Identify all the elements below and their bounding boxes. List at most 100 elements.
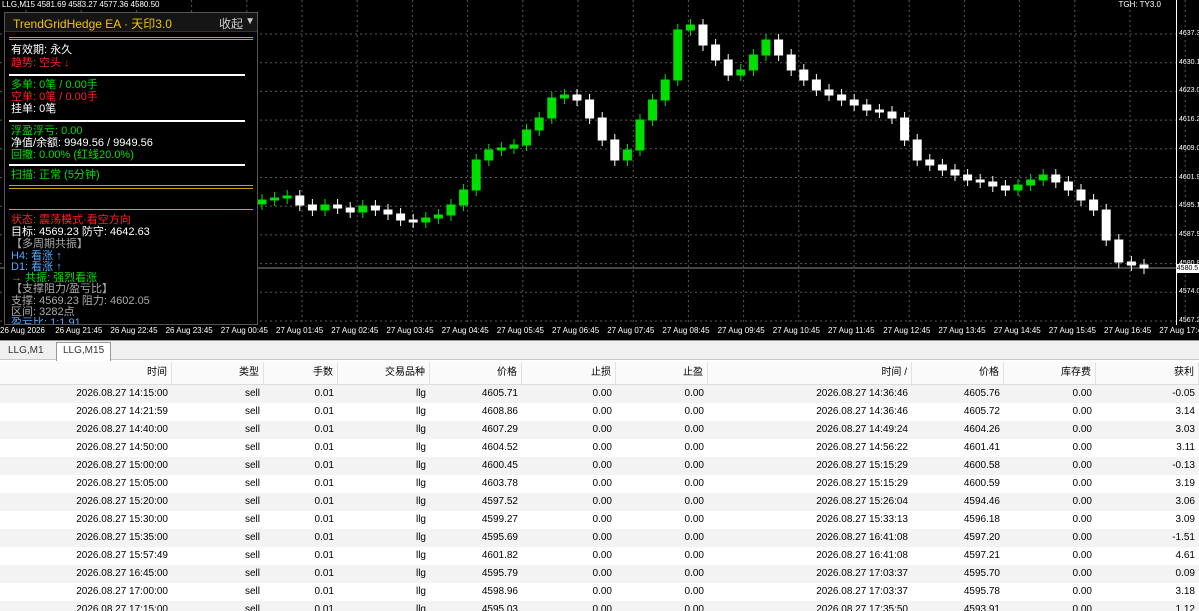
table-cell: 4599.27 <box>481 514 518 525</box>
expert-advisor-tag: TGH: TY3.0 <box>1118 0 1161 9</box>
price-tick-label: 4595.10 <box>1179 202 1199 210</box>
table-cell: 0.00 <box>1072 478 1092 489</box>
column-header[interactable]: 止损 <box>522 362 616 384</box>
table-row[interactable]: 2026.08.27 15:05:00 sell 0.01 llg 4603.78 0.0… <box>0 475 1199 493</box>
table-row[interactable]: 2026.08.27 14:15:00 sell 0.01 llg 4605.71 0.0… <box>0 385 1199 403</box>
column-header[interactable]: 价格 <box>430 362 522 384</box>
time-tick-label: 27 Aug 00:45 <box>220 326 268 335</box>
candle-body <box>484 149 494 161</box>
table-cell: 4600.59 <box>963 478 1000 489</box>
column-header[interactable]: 获利 <box>1096 362 1199 384</box>
column-header[interactable]: 价格 <box>912 362 1004 384</box>
table-cell: 4595.70 <box>963 568 1000 579</box>
candle-body <box>1026 179 1036 186</box>
table-cell: 0.09 <box>1175 568 1195 579</box>
price-tick-label: 4623.00 <box>1179 87 1199 95</box>
table-cell: 2026.08.27 17:03:37 <box>816 568 908 579</box>
column-header[interactable]: 交易品种 <box>338 362 430 384</box>
candle-body <box>282 195 292 199</box>
short-orders-text: 空单: 0笔 / 0.00手 <box>11 91 98 103</box>
tab-llg-m1[interactable]: LLG,M1 <box>2 343 50 359</box>
table-cell: 0.00 <box>684 568 704 579</box>
table-row[interactable]: 2026.08.27 17:00:00 sell 0.01 llg 4598.96 0.0… <box>0 583 1199 601</box>
candle-body <box>660 79 670 101</box>
table-row[interactable]: 2026.08.27 15:30:00 sell 0.01 llg 4599.27 0.0… <box>0 511 1199 529</box>
candle-body <box>559 94 569 99</box>
candle-body <box>912 139 922 161</box>
table-cell: sell <box>244 514 260 525</box>
candle-body <box>1063 181 1073 191</box>
candle-body <box>698 24 708 46</box>
table-cell: 3.06 <box>1175 496 1195 507</box>
table-row[interactable]: 2026.08.27 14:21:59 sell 0.01 llg 4608.86 0.0… <box>0 403 1199 421</box>
table-row[interactable]: 2026.08.27 16:45:00 sell 0.01 llg 4595.79 0.0… <box>0 565 1199 583</box>
price-tick-label: 4616.20 <box>1179 116 1199 124</box>
table-row[interactable]: 2026.08.27 17:15:00 sell 0.01 llg 4595.03 0.0… <box>0 601 1199 611</box>
tab-llg-m15[interactable]: LLG,M15 <box>56 342 112 361</box>
candle-body <box>547 97 557 119</box>
table-cell: sell <box>244 460 260 471</box>
table-row[interactable]: 2026.08.27 14:50:00 sell 0.01 llg 4604.52 0.0… <box>0 439 1199 457</box>
table-cell: 0.00 <box>592 406 612 417</box>
column-header[interactable]: 时间 <box>0 362 172 384</box>
column-header[interactable]: 库存费 <box>1004 362 1096 384</box>
candle-body <box>534 117 544 131</box>
table-cell: 3.19 <box>1175 478 1195 489</box>
column-header[interactable]: 时间 / <box>708 362 912 384</box>
validity-text: 有效期: 永久 <box>11 44 73 56</box>
table-cell: 0.01 <box>314 442 334 453</box>
table-cell: 2026.08.27 14:49:24 <box>816 424 908 435</box>
table-cell: 2026.08.27 15:35:00 <box>76 532 168 543</box>
ea-panel-header[interactable]: TrendGridHedge EA · 天印3.0 收起 ▼ <box>5 13 257 32</box>
table-cell: 2026.08.27 15:33:13 <box>816 514 908 525</box>
table-cell: 2026.08.27 15:15:29 <box>816 460 908 471</box>
price-axis[interactable] <box>1176 0 1199 325</box>
table-cell: 2026.08.27 14:36:46 <box>816 406 908 417</box>
collapse-arrow-icon[interactable]: ▼ <box>245 16 255 27</box>
table-cell: -0.05 <box>1172 388 1195 399</box>
candle-body <box>295 195 305 206</box>
table-row[interactable]: 2026.08.27 15:57:49 sell 0.01 llg 4601.82 0.0… <box>0 547 1199 565</box>
time-tick-label: 26 Aug 2026 <box>0 326 45 335</box>
table-cell: 0.00 <box>684 604 704 611</box>
table-row[interactable]: 2026.08.27 14:40:00 sell 0.01 llg 4607.29 0.0… <box>0 421 1199 439</box>
table-cell: 2026.08.27 15:30:00 <box>76 514 168 525</box>
table-cell: 0.00 <box>684 496 704 507</box>
candle-body <box>320 204 330 211</box>
table-cell: llg <box>415 406 426 417</box>
candle-body <box>862 104 872 111</box>
column-header[interactable]: 手数 <box>264 362 338 384</box>
price-chart[interactable]: LLG,M15 4581.69 4583.27 4577.36 4580.50 … <box>0 0 1199 340</box>
table-cell: llg <box>415 460 426 471</box>
table-cell: 0.01 <box>314 532 334 543</box>
column-header[interactable]: 类型 <box>172 362 264 384</box>
candle-body <box>937 164 947 171</box>
table-cell: 4603.78 <box>481 478 518 489</box>
drawdown-text: 回撤: 0.00% (红线20.0%) <box>11 149 134 161</box>
price-tick-label: 4567.20 <box>1179 317 1199 324</box>
table-cell: 2026.08.27 15:57:49 <box>76 550 168 561</box>
table-row[interactable]: 2026.08.27 15:00:00 sell 0.01 llg 4600.45 0.0… <box>0 457 1199 475</box>
column-header[interactable]: 止盈 <box>616 362 708 384</box>
table-cell: 0.00 <box>684 460 704 471</box>
risk-reward-text: 盈亏比: 1:1.91 <box>11 317 81 325</box>
table-cell: 0.00 <box>592 586 612 597</box>
candle-body <box>685 24 695 31</box>
trade-history-table[interactable]: 时间 类型 手数 交易品种 价格 止损 止盈 时间 / 价格 库存费 获利 2026.08.27 1… <box>0 362 1199 611</box>
candle-body <box>799 69 809 81</box>
candle-body <box>257 199 267 205</box>
collapse-button[interactable]: 收起 <box>219 15 243 32</box>
table-cell: 0.00 <box>1072 406 1092 417</box>
table-row[interactable]: 2026.08.27 15:35:00 sell 0.01 llg 4595.69 0.0… <box>0 529 1199 547</box>
divider <box>9 164 245 166</box>
table-row[interactable]: 2026.08.27 15:20:00 sell 0.01 llg 4597.52 0.0… <box>0 493 1199 511</box>
table-cell: 4605.72 <box>963 406 1000 417</box>
candle-body <box>1000 185 1010 191</box>
time-tick-label: 27 Aug 02:45 <box>331 326 379 335</box>
table-cell: llg <box>415 532 426 543</box>
table-cell: 0.00 <box>1072 604 1092 611</box>
table-cell: 0.00 <box>592 442 612 453</box>
mode-status-text: 状态: 震荡模式·看空方向 <box>11 214 131 226</box>
table-cell: 2026.08.27 14:40:00 <box>76 424 168 435</box>
table-cell: 0.01 <box>314 604 334 611</box>
